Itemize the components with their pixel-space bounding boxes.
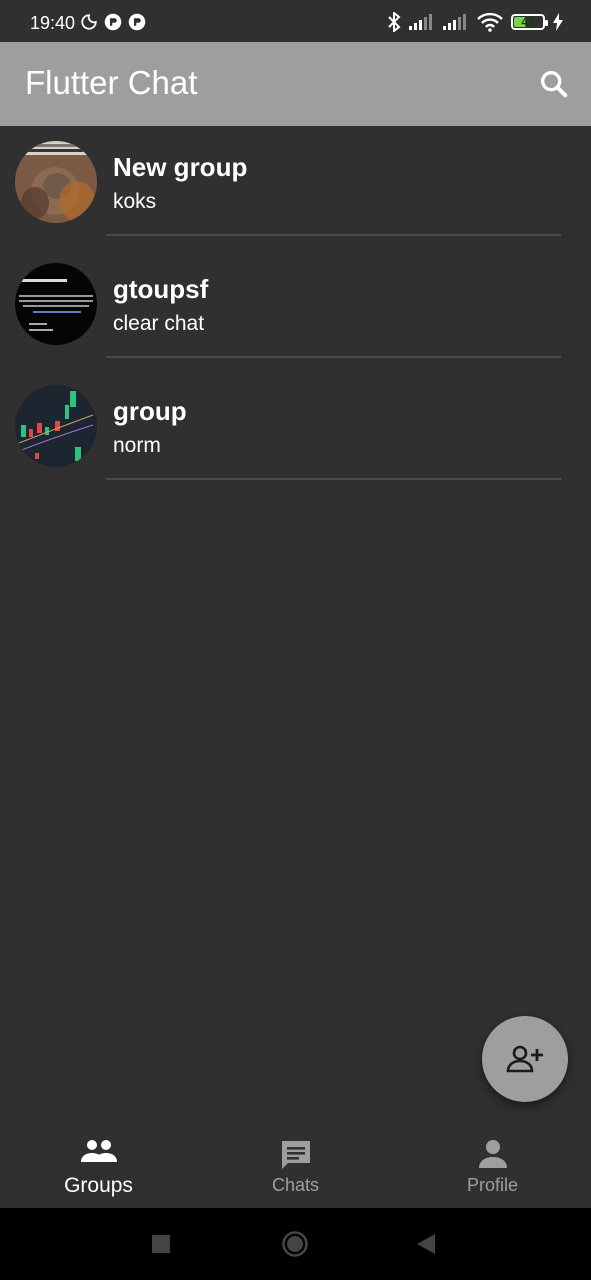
app-notification-icon	[128, 13, 146, 31]
search-icon	[540, 70, 568, 98]
list-divider	[106, 478, 561, 480]
recents-button[interactable]	[152, 1235, 170, 1258]
nav-tab-profile[interactable]: Profile	[394, 1128, 591, 1208]
group-list-item[interactable]: group norm	[0, 370, 591, 492]
wifi-icon	[477, 12, 503, 32]
group-list-item[interactable]: New group koks	[0, 126, 591, 248]
group-last-message: koks	[113, 190, 157, 213]
app-notification-icon	[104, 13, 122, 31]
status-notification-icons	[80, 13, 146, 31]
app-bar: Flutter Chat	[0, 42, 591, 126]
groups-icon	[80, 1140, 117, 1162]
square-icon	[152, 1235, 170, 1253]
nav-label: Groups	[64, 1174, 133, 1197]
page-title: Flutter Chat	[25, 64, 198, 101]
bottom-navigation: Groups Chats Profile	[0, 1128, 591, 1208]
list-divider	[106, 234, 561, 236]
chat-icon	[281, 1141, 310, 1169]
add-person-icon	[506, 1045, 543, 1073]
group-last-message: clear chat	[113, 312, 205, 335]
back-button[interactable]	[417, 1234, 435, 1259]
system-navigation-bar	[0, 1208, 591, 1280]
group-list: New group koks gtoupsf clear chat group …	[0, 126, 591, 492]
group-list-item[interactable]: gtoupsf clear chat	[0, 248, 591, 370]
group-title: group	[113, 396, 187, 426]
person-icon	[478, 1140, 507, 1168]
bluetooth-icon	[388, 12, 401, 32]
nav-tab-chats[interactable]: Chats	[197, 1128, 394, 1208]
add-group-member-button[interactable]	[482, 1016, 568, 1102]
group-last-message: norm	[113, 434, 161, 457]
signal-icon	[443, 14, 466, 30]
group-avatar	[15, 263, 97, 345]
nav-label: Chats	[271, 1175, 320, 1195]
home-button[interactable]	[282, 1231, 308, 1262]
status-bar: 19:40 43	[0, 0, 591, 42]
signal-icon	[409, 14, 432, 30]
status-system-icons: 43	[387, 12, 563, 32]
battery-icon: 43	[511, 14, 548, 30]
group-title: New group	[113, 152, 248, 182]
moon-icon	[81, 14, 97, 30]
triangle-back-icon	[417, 1234, 435, 1254]
circle-icon	[282, 1231, 308, 1257]
nav-label: Profile	[466, 1175, 519, 1195]
nav-tab-groups[interactable]: Groups	[0, 1128, 197, 1208]
charging-icon	[553, 13, 563, 31]
status-time: 19:40	[30, 13, 76, 33]
battery-percent: 43	[521, 15, 535, 29]
list-divider	[106, 356, 561, 358]
search-button[interactable]	[537, 67, 571, 101]
group-title: gtoupsf	[113, 274, 209, 304]
group-avatar	[15, 385, 97, 467]
group-avatar	[15, 141, 97, 223]
